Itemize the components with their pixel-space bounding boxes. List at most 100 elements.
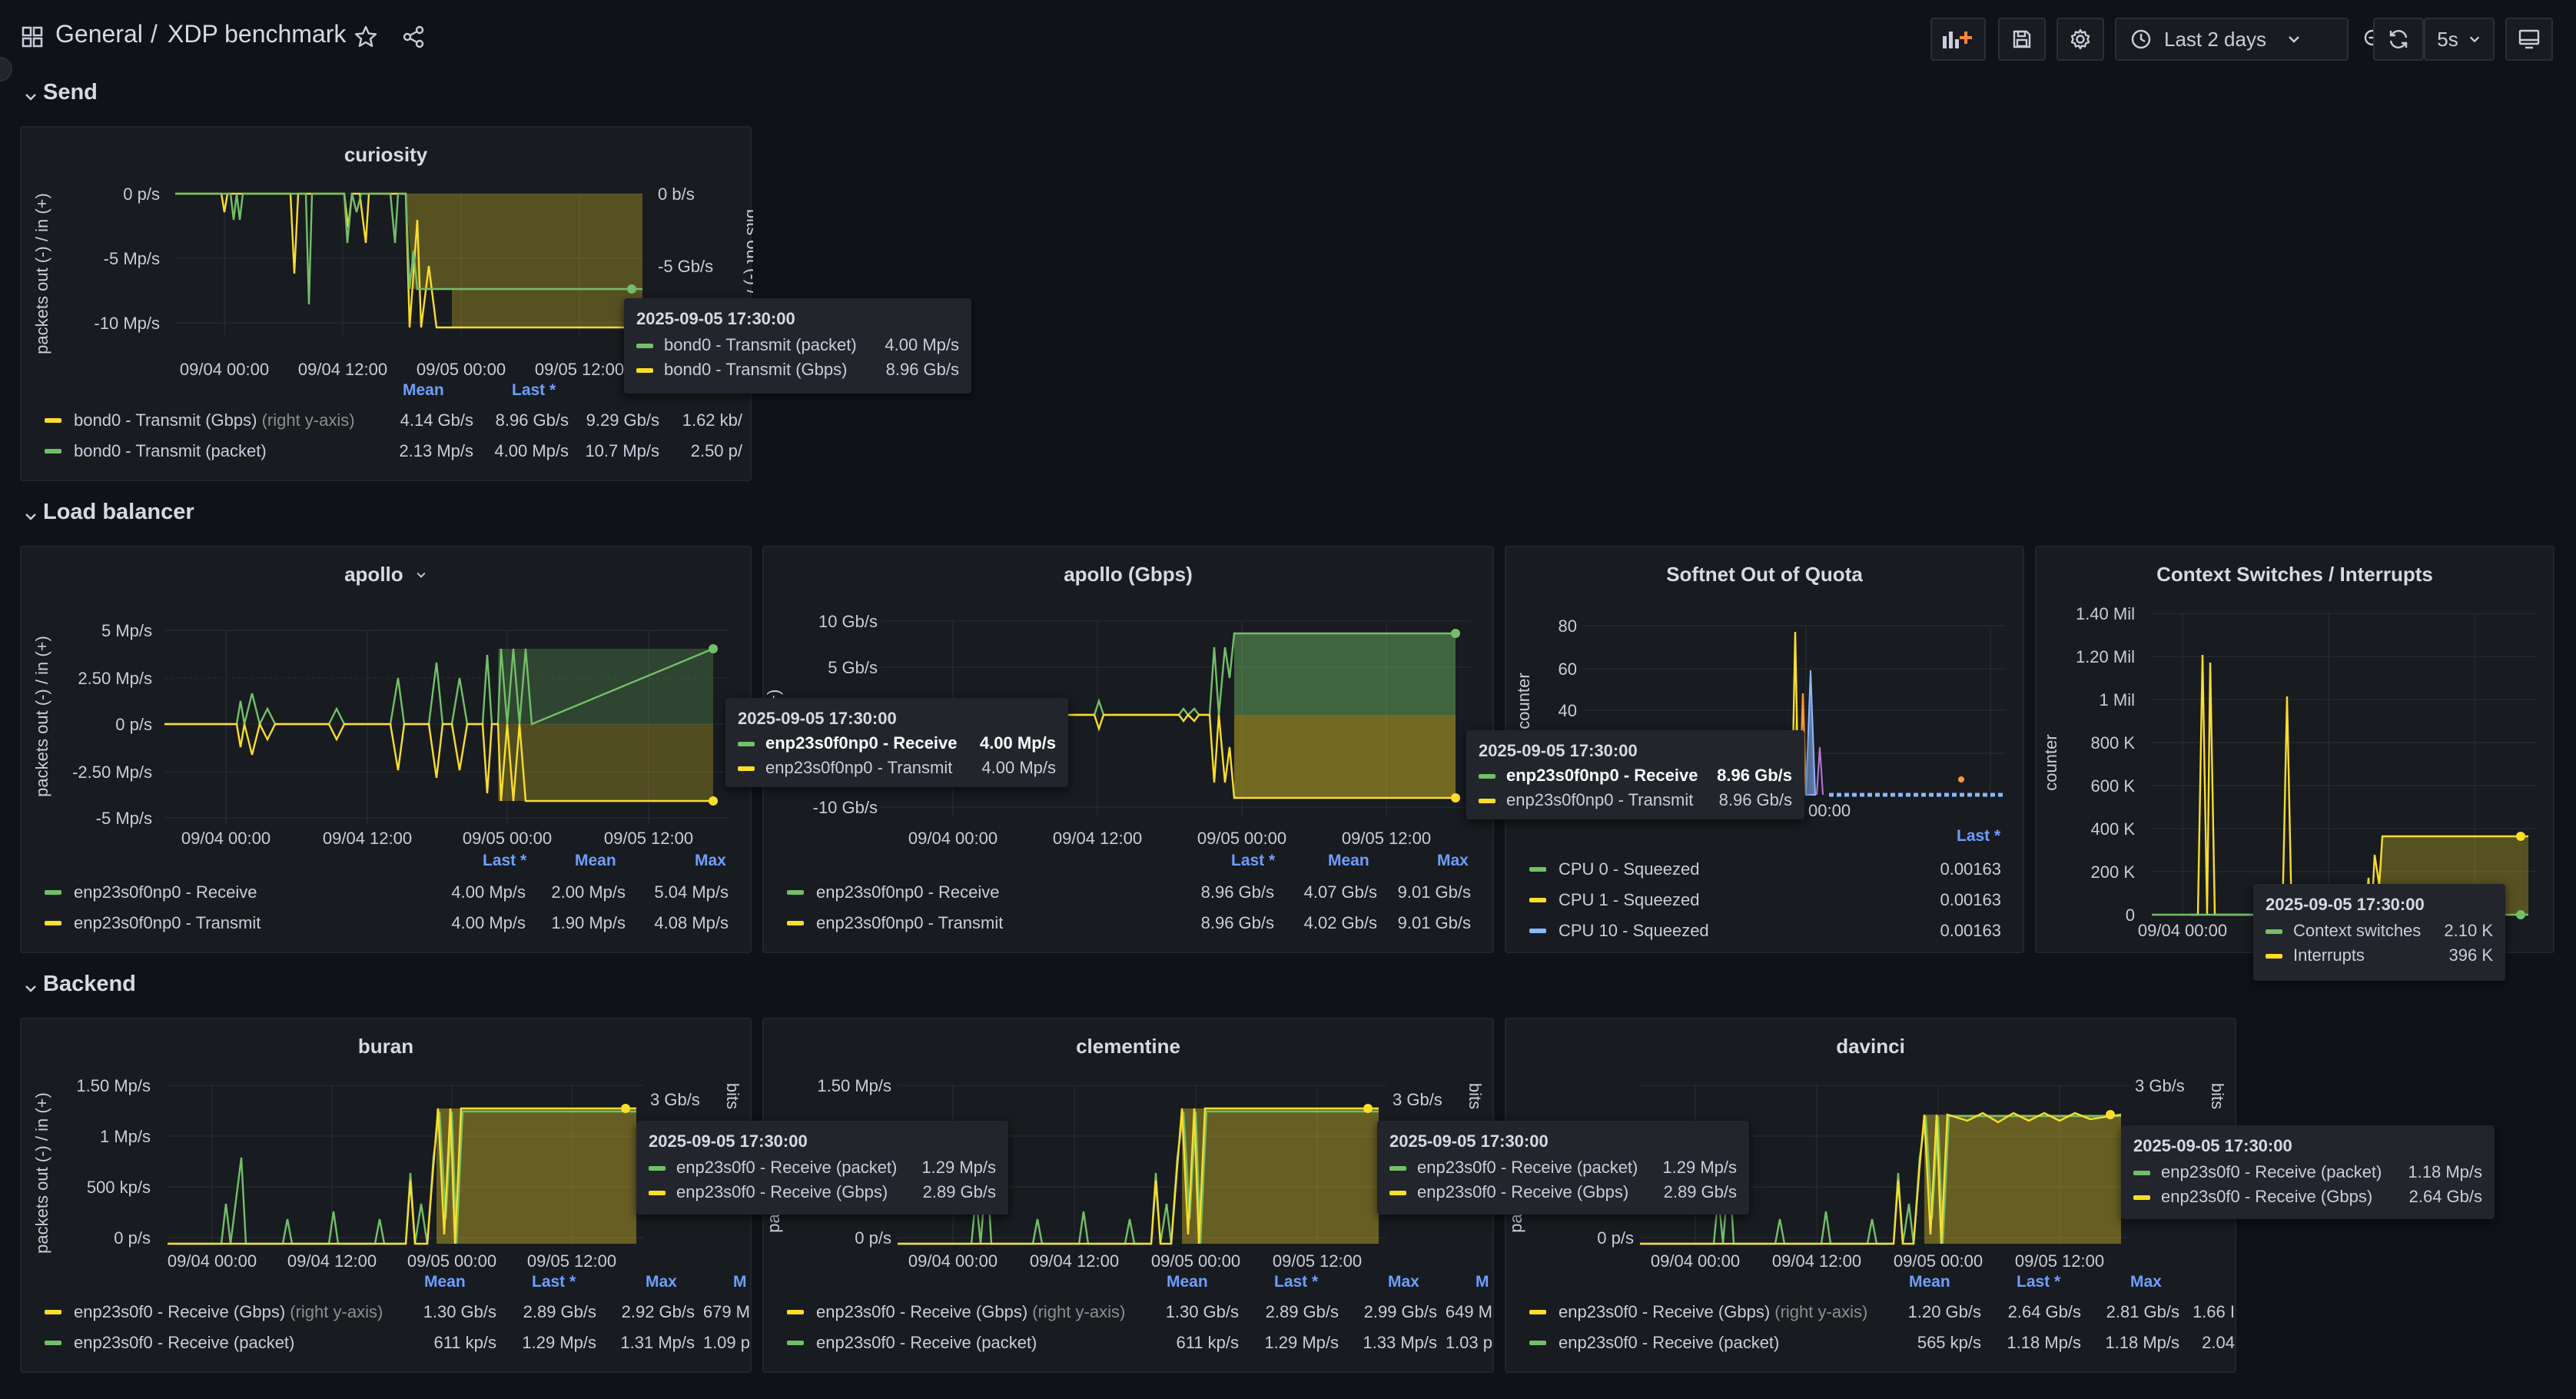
legend-header-max[interactable]: Max bbox=[1437, 852, 1469, 870]
y-tick: 0 p/s bbox=[123, 184, 160, 204]
hover-point bbox=[2516, 832, 2525, 841]
gear-icon bbox=[2070, 28, 2090, 50]
legend-header-last[interactable]: Last * bbox=[1957, 827, 2000, 846]
x-tick: 09/05 00:00 bbox=[1197, 829, 1286, 848]
x-tick: 09/05 12:00 bbox=[1342, 829, 1431, 848]
chart-apollo[interactable]: packets out (-) / in (+) 5 Mp/s 2.50 Mp/… bbox=[22, 593, 753, 855]
y-tick: 1 Mil bbox=[2100, 690, 2135, 709]
legend-header-max[interactable]: Max bbox=[1388, 1273, 1419, 1291]
legend-header-last[interactable]: Last * bbox=[512, 381, 556, 400]
legend-header-mean[interactable]: Mean bbox=[1328, 852, 1369, 870]
panel-title: apollo bbox=[22, 563, 750, 587]
y-tick: 1 Mp/s bbox=[100, 1127, 151, 1146]
refresh-button[interactable] bbox=[2373, 18, 2424, 61]
refresh-icon bbox=[2389, 30, 2408, 48]
panel-title: clementine bbox=[1076, 1035, 1180, 1058]
y-tick-right: 3 Gb/s bbox=[2135, 1076, 2185, 1095]
breadcrumb-separator: / bbox=[151, 20, 158, 48]
panel-title: Softnet Out of Quota bbox=[1666, 563, 1863, 586]
x-tick: 09/05 12:00 bbox=[604, 829, 693, 848]
star-icon[interactable] bbox=[354, 25, 378, 49]
x-tick: 09/04 00:00 bbox=[2138, 921, 2227, 940]
time-range-label: Last 2 days bbox=[2164, 27, 2266, 51]
add-panel-button[interactable] bbox=[1930, 18, 1986, 61]
y-axis-label-right: bits bbox=[723, 1083, 742, 1109]
time-range-picker[interactable]: Last 2 days bbox=[2115, 18, 2349, 61]
legend-header-mean[interactable]: Mean bbox=[575, 852, 616, 870]
legend-header-min[interactable]: M bbox=[733, 1273, 747, 1291]
y-axis-label-right: bits bbox=[2208, 1083, 2227, 1109]
hover-point bbox=[709, 796, 718, 806]
legend-header-last[interactable]: Last * bbox=[532, 1273, 576, 1291]
panel-title: buran bbox=[357, 1035, 414, 1058]
y-tick: 5 Gb/s bbox=[828, 658, 878, 677]
y-tick: 0 p/s bbox=[855, 1228, 891, 1248]
y-tick: 0 p/s bbox=[115, 715, 152, 734]
panel-title: davinci bbox=[1836, 1035, 1905, 1058]
x-tick: 09/04 12:00 bbox=[287, 1251, 377, 1271]
legend-header-min[interactable]: M bbox=[1476, 1273, 1489, 1291]
row-title: Backend bbox=[43, 972, 136, 996]
series-area-yellow bbox=[437, 1108, 636, 1244]
y-tick: 1.50 Mp/s bbox=[76, 1076, 151, 1095]
x-tick: 09/04 12:00 bbox=[323, 829, 412, 848]
legend-header-mean[interactable]: Mean bbox=[403, 381, 444, 400]
hover-point bbox=[1363, 1104, 1373, 1113]
tooltip-buran: 2025-09-05 17:30:00 enp23s0f0 - Receive … bbox=[636, 1121, 1008, 1215]
refresh-interval-picker[interactable]: 5s bbox=[2424, 18, 2495, 61]
legend-header-last[interactable]: Last * bbox=[2017, 1273, 2060, 1291]
outlier-point bbox=[1958, 776, 1964, 783]
series-area-blue bbox=[1804, 670, 1817, 796]
x-tick: 09/04 12:00 bbox=[298, 360, 387, 379]
y-tick: 60 bbox=[1559, 660, 1577, 679]
share-icon[interactable] bbox=[401, 25, 426, 49]
hover-point bbox=[1451, 629, 1460, 638]
save-dashboard-button[interactable] bbox=[1998, 18, 2046, 61]
x-tick: 09/04 00:00 bbox=[180, 360, 269, 379]
series-area-yellow bbox=[498, 724, 713, 801]
series-area-yellow bbox=[1234, 715, 1456, 798]
tv-mode-button[interactable] bbox=[2505, 18, 2553, 61]
y-tick: 40 bbox=[1559, 701, 1577, 720]
row-send[interactable]: Send bbox=[23, 80, 177, 111]
y-tick-right: -5 Gb/s bbox=[658, 257, 713, 276]
chevron-down-icon bbox=[2469, 36, 2479, 43]
legend-header-last[interactable]: Last * bbox=[1274, 1273, 1318, 1291]
y-axis-label-left: packets out (-) / in (+) bbox=[32, 193, 51, 354]
chevron-down-icon[interactable] bbox=[415, 569, 427, 581]
x-tick: 09/04 12:00 bbox=[1772, 1251, 1861, 1271]
hover-point bbox=[2106, 1110, 2115, 1119]
x-tick: 09/05 00:00 bbox=[407, 1251, 496, 1271]
dashboards-grid-icon[interactable] bbox=[22, 26, 43, 48]
legend-header-last[interactable]: Last * bbox=[1231, 852, 1275, 870]
panel-apollo[interactable]: apollo packets out (-) / in (+) 5 Mp/s 2… bbox=[20, 546, 752, 953]
y-tick: 10 Gb/s bbox=[818, 612, 878, 631]
legend-header-mean[interactable]: Mean bbox=[1909, 1273, 1950, 1291]
series-area-yellow bbox=[406, 194, 642, 327]
y-tick: 1.50 Mp/s bbox=[817, 1076, 891, 1095]
y-tick: -10 Gb/s bbox=[813, 798, 878, 817]
legend-header-max[interactable]: Max bbox=[2130, 1273, 2162, 1291]
hover-point bbox=[627, 284, 636, 294]
x-tick: 09/04 00:00 bbox=[908, 829, 998, 848]
tooltip-clementine: 2025-09-05 17:30:00 enp23s0f0 - Receive … bbox=[1377, 1121, 1749, 1215]
hover-point bbox=[709, 644, 718, 653]
y-tick: 0 p/s bbox=[1597, 1228, 1634, 1248]
breadcrumb-root[interactable]: General bbox=[55, 20, 143, 48]
legend-header-max[interactable]: Max bbox=[695, 852, 726, 870]
hover-point bbox=[1451, 793, 1460, 803]
top-navbar: General / XDP benchmark Last 2 days 5s bbox=[0, 0, 2576, 77]
x-tick: 09/05 12:00 bbox=[535, 360, 624, 379]
row-backend[interactable]: Backend bbox=[23, 972, 254, 1002]
legend-header-mean[interactable]: Mean bbox=[1167, 1273, 1208, 1291]
y-tick: 2.50 Mp/s bbox=[78, 669, 152, 688]
legend-header-last[interactable]: Last * bbox=[483, 852, 526, 870]
settings-button[interactable] bbox=[2056, 18, 2104, 61]
legend-header-mean[interactable]: Mean bbox=[424, 1273, 466, 1291]
y-tick: -10 Mp/s bbox=[94, 314, 160, 333]
y-axis-label-right: bits bbox=[1466, 1083, 1485, 1109]
row-load-balancer[interactable]: Load balancer bbox=[23, 500, 254, 530]
hover-point bbox=[2516, 910, 2525, 919]
series-area-yellow bbox=[1182, 1108, 1379, 1244]
legend-header-max[interactable]: Max bbox=[646, 1273, 677, 1291]
